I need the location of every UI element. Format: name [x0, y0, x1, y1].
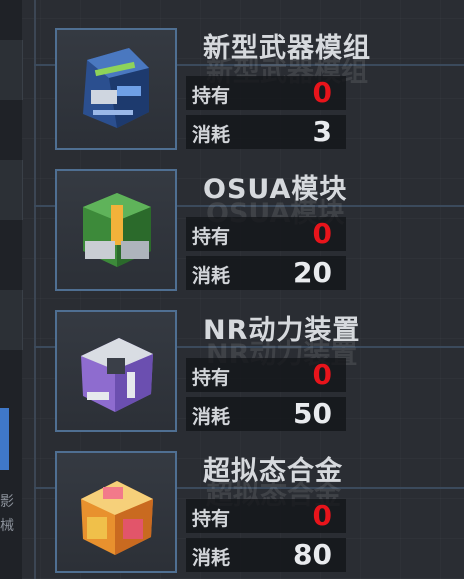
cost-label: 消耗	[192, 265, 231, 287]
left-panel-cell	[0, 40, 23, 100]
owned-label: 持有	[192, 226, 231, 248]
material-name: NR动力装置	[203, 315, 361, 346]
cost-value: 50	[293, 397, 332, 430]
owned-label: 持有	[192, 85, 231, 107]
owned-value: 0	[312, 217, 332, 250]
left-panel-cell	[0, 290, 23, 350]
side-tab[interactable]	[0, 408, 9, 470]
owned-value: 0	[312, 358, 332, 391]
nr-power-unit-icon[interactable]	[55, 310, 177, 432]
cost-label: 消耗	[192, 124, 231, 146]
owned-label: 持有	[192, 508, 231, 530]
cost-label: 消耗	[192, 406, 231, 428]
cost-value: 80	[293, 538, 332, 571]
owned-stat: 持有 0	[186, 499, 346, 533]
cost-stat: 消耗 80	[186, 538, 346, 572]
cost-stat: 消耗 3	[186, 115, 346, 149]
owned-value: 0	[312, 76, 332, 109]
cost-label: 消耗	[192, 547, 231, 569]
cost-value: 3	[312, 115, 332, 148]
material-name: 新型武器模组	[203, 33, 371, 64]
owned-value: 0	[312, 499, 332, 532]
left-panel-cell	[0, 160, 23, 220]
cost-stat: 消耗 20	[186, 256, 346, 290]
mimetic-alloy-icon[interactable]	[55, 451, 177, 573]
owned-stat: 持有 0	[186, 358, 346, 392]
connector-line	[34, 0, 36, 579]
owned-stat: 持有 0	[186, 76, 346, 110]
side-label: 影 械	[0, 494, 14, 534]
owned-stat: 持有 0	[186, 217, 346, 251]
weapon-module-icon[interactable]	[55, 28, 177, 150]
owned-label: 持有	[192, 367, 231, 389]
osua-module-icon[interactable]	[55, 169, 177, 291]
cost-stat: 消耗 50	[186, 397, 346, 431]
cost-value: 20	[293, 256, 332, 289]
material-name: OSUA模块	[203, 174, 348, 205]
material-name: 超拟态合金	[203, 456, 343, 487]
